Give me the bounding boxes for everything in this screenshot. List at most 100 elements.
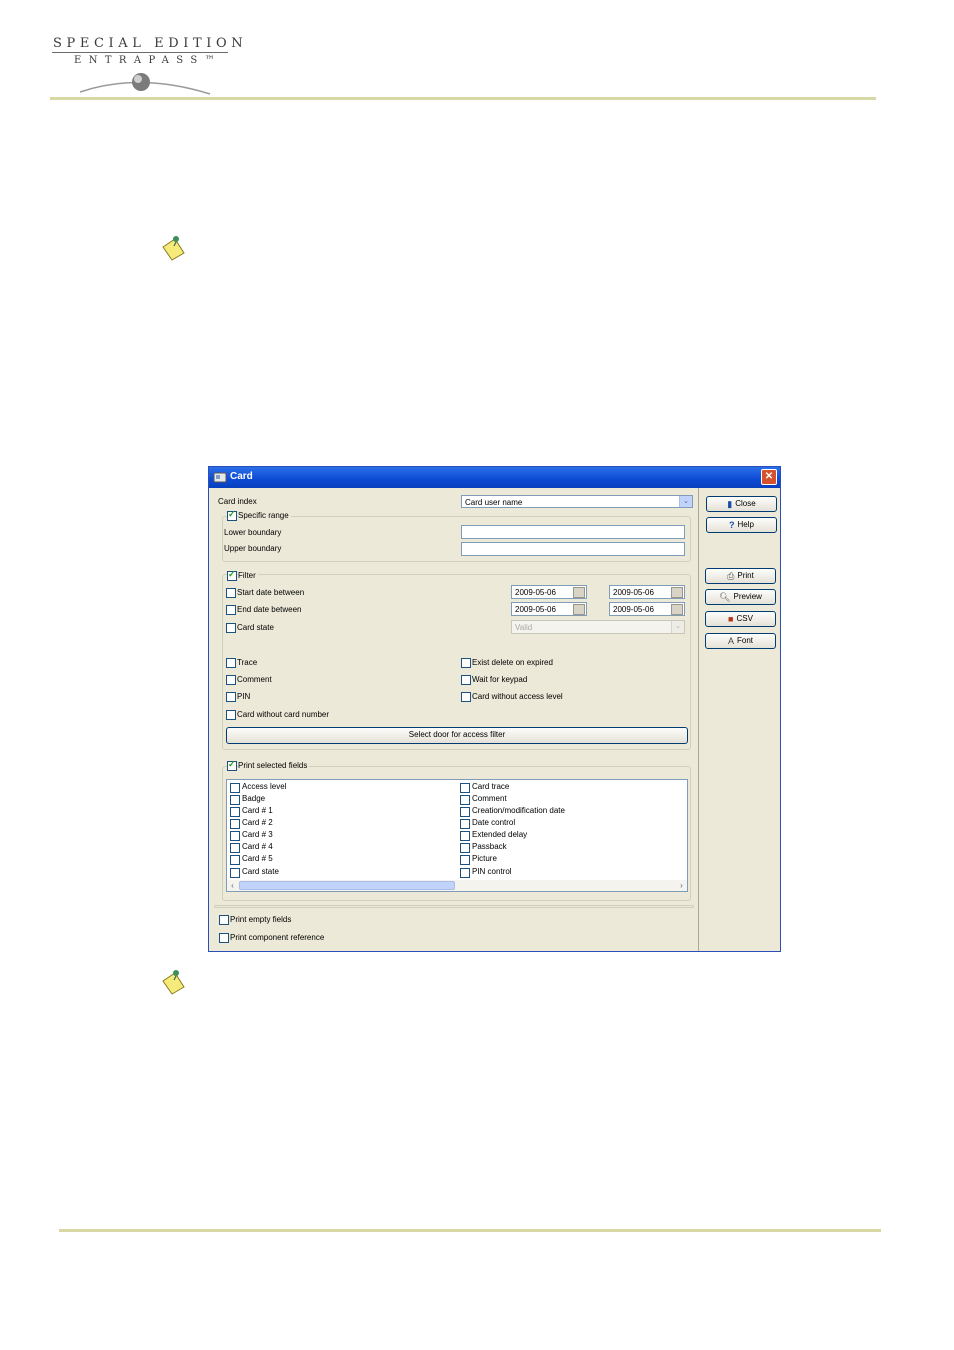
specific-range-checkbox[interactable] [227, 509, 237, 521]
close-button[interactable]: ▮ Close [706, 496, 777, 512]
card-index-value: Card user name [465, 498, 523, 507]
card-state-label: Card state [237, 623, 274, 632]
print-component-reference-checkbox[interactable] [219, 933, 229, 943]
exist-delete-checkbox[interactable] [461, 658, 471, 668]
field-label: Passback [472, 842, 507, 851]
horizontal-scrollbar[interactable]: ‹ › [227, 880, 687, 891]
print-button[interactable]: ⎙ Print [705, 568, 776, 584]
chevron-down-icon: ⌄ [671, 621, 684, 633]
field-label: Creation/modification date [472, 806, 565, 815]
field-checkbox[interactable] [460, 819, 470, 829]
calendar-icon[interactable] [573, 587, 585, 598]
field-label: Card # 2 [242, 818, 273, 827]
end-date-from-value: 2009-05-06 [515, 605, 556, 614]
field-label: Card # 5 [242, 854, 273, 863]
footer-rule [59, 1229, 881, 1232]
field-checkbox[interactable] [460, 843, 470, 853]
calendar-icon[interactable] [671, 604, 683, 615]
dialog-title: Card [230, 471, 253, 482]
card-state-checkbox[interactable] [226, 623, 236, 633]
card-state-select[interactable]: Valid ⌄ [511, 620, 685, 634]
card-dialog: Card ✕ Card index Card user name ⌄ Speci… [208, 466, 781, 952]
help-button-label: Help [737, 520, 754, 530]
calendar-icon[interactable] [671, 587, 683, 598]
field-label: Extended delay [472, 830, 528, 839]
field-checkbox[interactable] [230, 855, 240, 865]
select-door-button[interactable]: Select door for access filter [226, 727, 688, 744]
pin-checkbox[interactable] [226, 692, 236, 702]
card-index-label: Card index [218, 497, 257, 506]
calendar-icon[interactable] [573, 604, 585, 615]
scroll-right-arrow-icon[interactable]: › [676, 880, 687, 891]
field-checkbox[interactable] [230, 795, 240, 805]
field-checkbox[interactable] [460, 783, 470, 793]
filter-group [222, 574, 691, 750]
field-checkbox[interactable] [460, 795, 470, 805]
start-date-from-input[interactable]: 2009-05-06 [511, 585, 587, 599]
wait-keypad-label: Wait for keypad [472, 675, 528, 684]
upper-boundary-input[interactable] [461, 542, 685, 556]
wait-keypad-checkbox[interactable] [461, 675, 471, 685]
printer-icon: ⎙ [727, 571, 735, 581]
card-without-number-checkbox[interactable] [226, 710, 236, 720]
field-checkbox[interactable] [230, 868, 240, 878]
lower-boundary-label: Lower boundary [224, 528, 282, 537]
csv-button-label: CSV [736, 614, 753, 624]
field-checkbox[interactable] [230, 831, 240, 841]
scroll-thumb[interactable] [239, 881, 455, 890]
start-date-from-value: 2009-05-06 [515, 588, 556, 597]
field-label: Card trace [472, 782, 510, 791]
end-date-to-input[interactable]: 2009-05-06 [609, 602, 685, 616]
fields-listbox[interactable]: Access level Badge Card # 1 Card # 2 Car… [226, 779, 688, 892]
logo-globe-icon [79, 73, 211, 95]
preview-button-label: Preview [733, 592, 762, 602]
preview-button[interactable]: 🔍︎ Preview [705, 589, 776, 605]
card-index-select[interactable]: Card user name ⌄ [461, 495, 693, 508]
field-label: Badge [242, 794, 266, 803]
lower-boundary-input[interactable] [461, 525, 685, 539]
field-checkbox[interactable] [460, 831, 470, 841]
title-bar[interactable]: Card ✕ [209, 467, 780, 488]
start-date-to-value: 2009-05-06 [613, 588, 654, 597]
close-icon[interactable]: ✕ [761, 469, 777, 485]
field-checkbox[interactable] [230, 807, 240, 817]
field-checkbox[interactable] [460, 855, 470, 865]
help-button[interactable]: ? Help [706, 517, 777, 533]
end-date-from-input[interactable]: 2009-05-06 [511, 602, 587, 616]
print-empty-fields-checkbox[interactable] [219, 915, 229, 925]
field-checkbox[interactable] [230, 783, 240, 793]
print-component-reference-label: Print component reference [230, 933, 325, 942]
start-date-checkbox[interactable] [226, 588, 236, 598]
chevron-down-icon: ⌄ [679, 496, 692, 507]
field-label: Card # 3 [242, 830, 273, 839]
card-without-access-checkbox[interactable] [461, 692, 471, 702]
field-checkbox[interactable] [460, 868, 470, 878]
start-date-label: Start date between [237, 588, 305, 597]
filter-checkbox[interactable] [227, 569, 237, 581]
logo-line-1: SPECIAL EDITION [53, 36, 248, 51]
logo-rule [52, 52, 228, 53]
font-icon: A [727, 636, 734, 646]
print-selected-fields-checkbox[interactable] [227, 759, 237, 771]
entrapass-logo: SPECIAL EDITION ENTRAPASS™ [50, 34, 243, 100]
side-panel-divider [698, 488, 699, 951]
end-date-checkbox[interactable] [226, 605, 236, 615]
divider [214, 905, 694, 908]
pin-label: PIN [237, 692, 251, 701]
csv-button[interactable]: ■ CSV [705, 611, 776, 627]
upper-boundary-label: Upper boundary [224, 544, 282, 553]
field-label: PIN control [472, 867, 512, 876]
card-icon [213, 472, 227, 483]
scroll-left-arrow-icon[interactable]: ‹ [227, 880, 238, 891]
trace-checkbox[interactable] [226, 658, 236, 668]
font-button[interactable]: A Font [705, 633, 776, 649]
comment-checkbox[interactable] [226, 675, 236, 685]
specific-range-label: Specific range [238, 511, 291, 521]
field-checkbox[interactable] [230, 819, 240, 829]
floppy-icon: ■ [728, 614, 734, 624]
field-label: Date control [472, 818, 516, 827]
field-checkbox[interactable] [230, 843, 240, 853]
note-icon [162, 970, 185, 995]
start-date-to-input[interactable]: 2009-05-06 [609, 585, 685, 599]
field-checkbox[interactable] [460, 807, 470, 817]
